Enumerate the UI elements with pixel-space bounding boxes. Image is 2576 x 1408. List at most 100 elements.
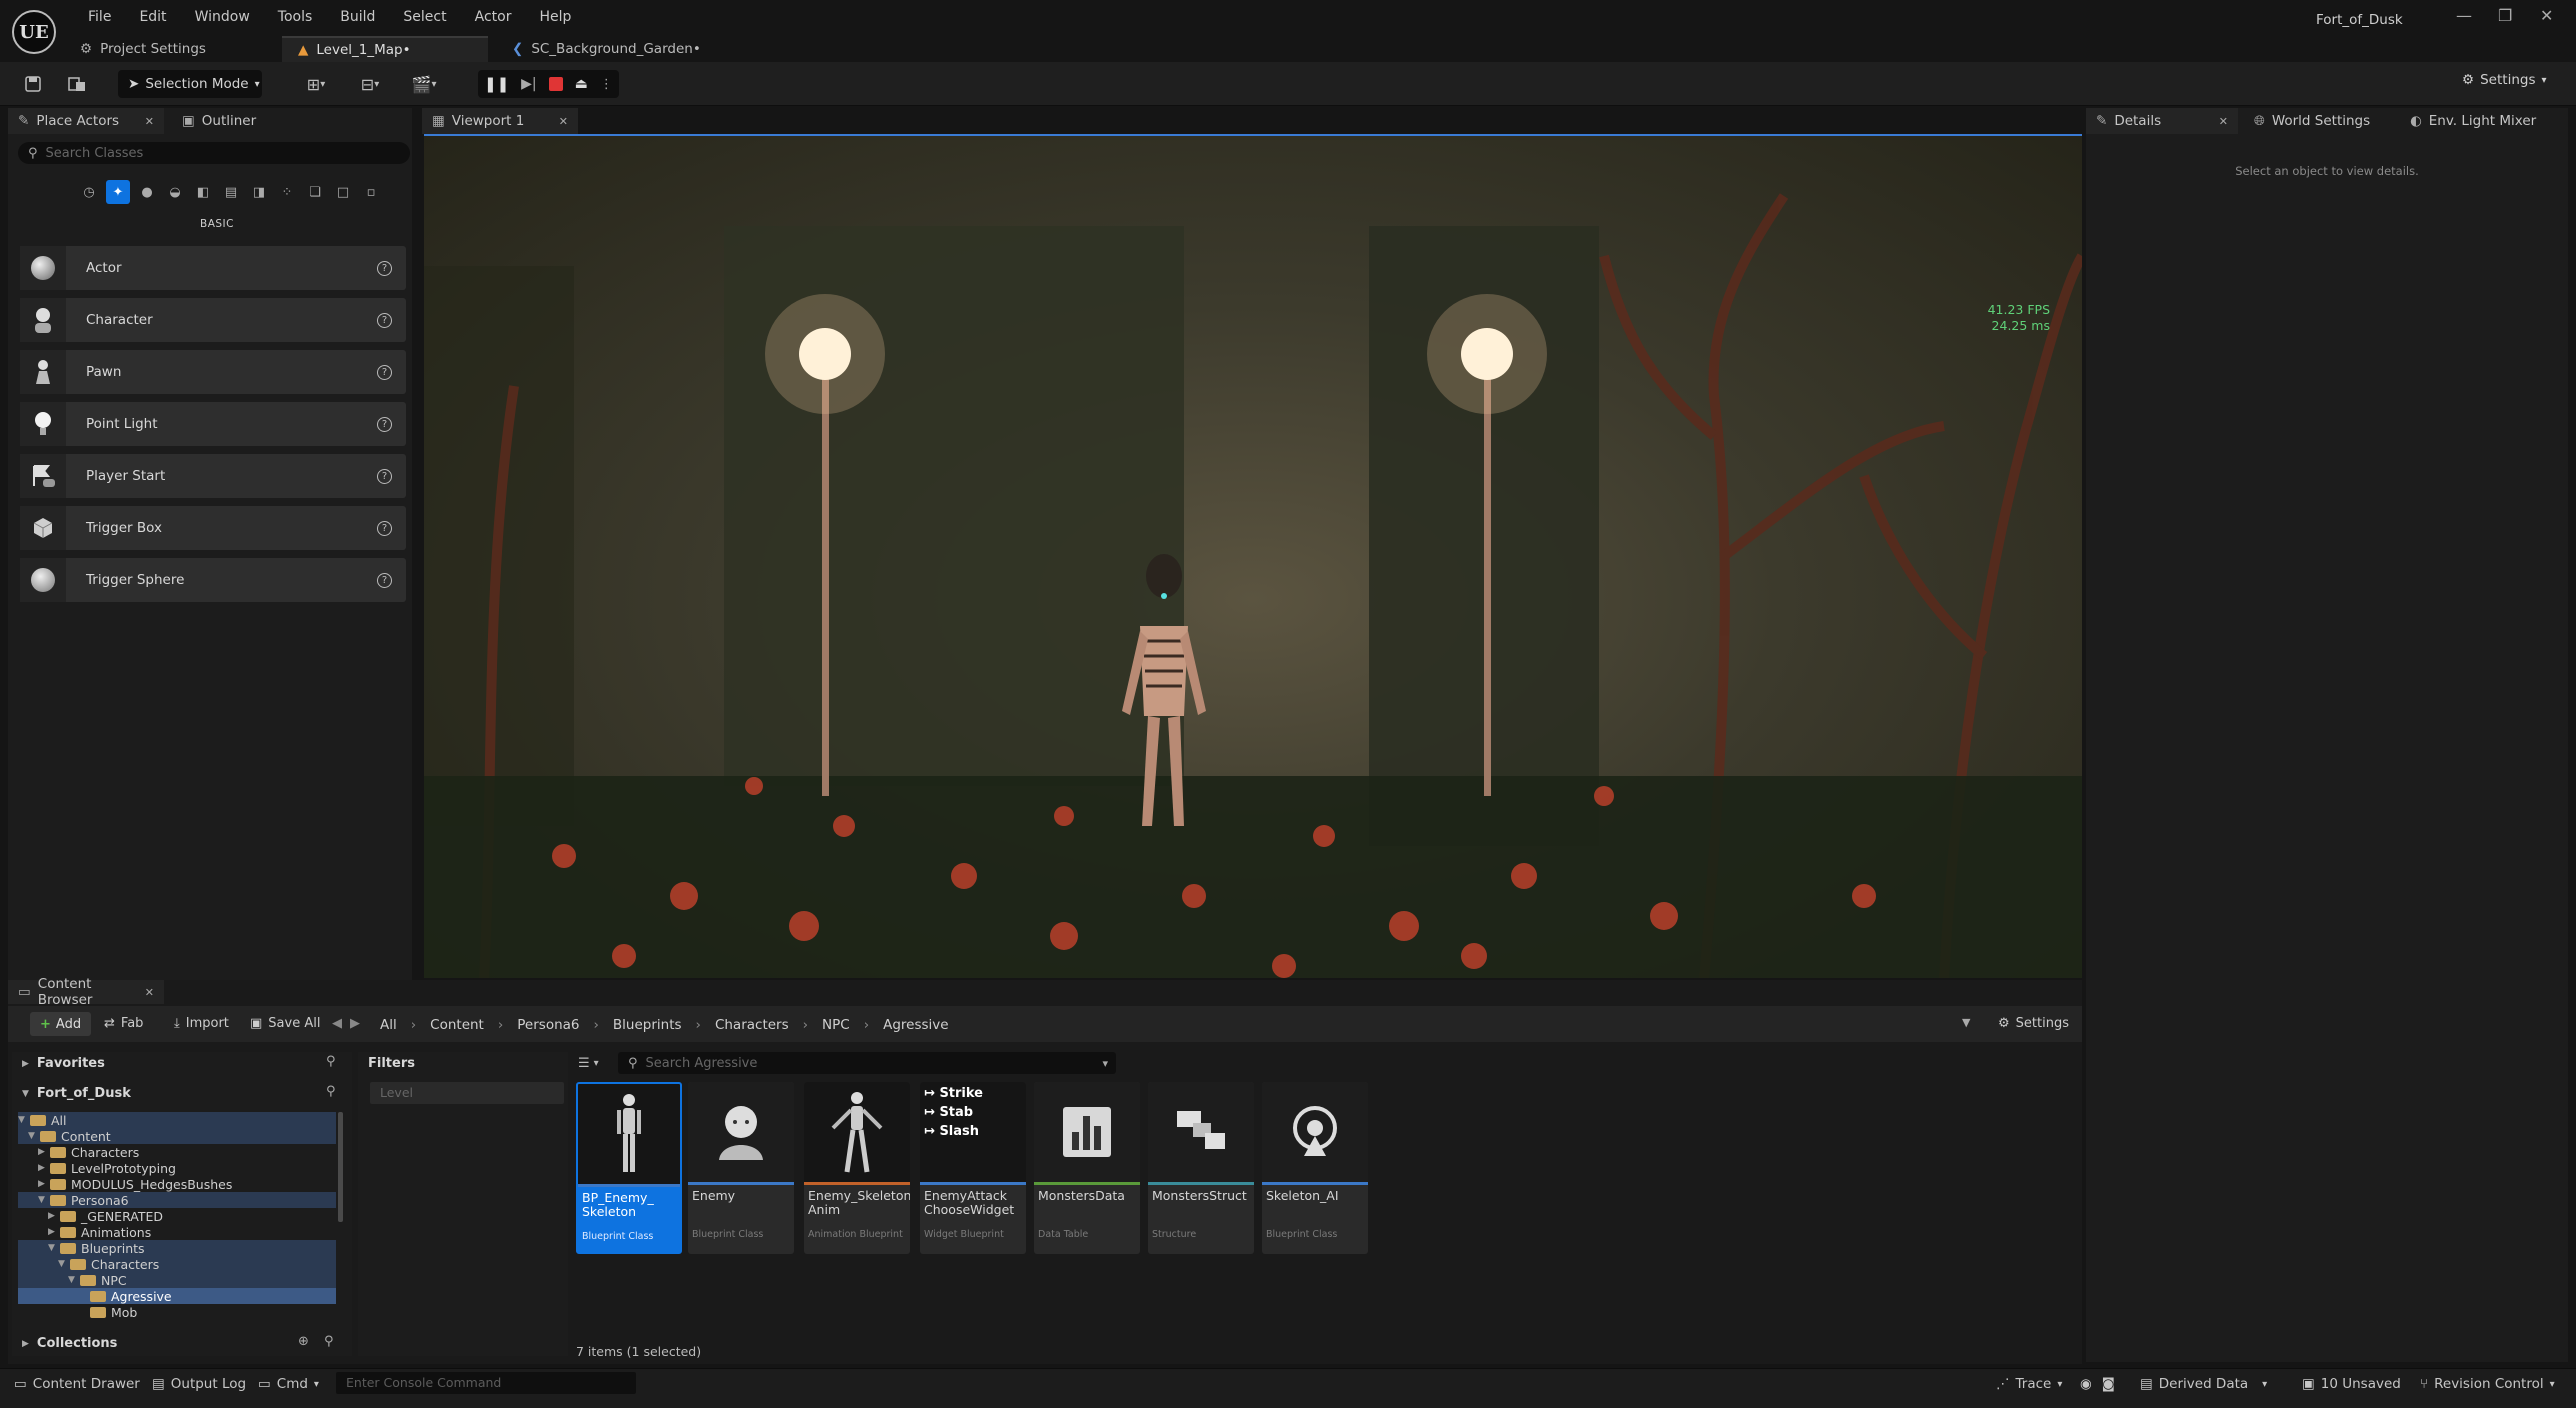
breadcrumb-blueprints[interactable]: Blueprints xyxy=(613,1017,682,1033)
more-icon[interactable]: ▫ xyxy=(360,181,382,203)
filter-level[interactable]: Level xyxy=(370,1082,564,1104)
derived-data-button[interactable]: ▤ Derived Data ▾ xyxy=(2140,1376,2267,1392)
asset-enemy[interactable]: Enemy Blueprint Class xyxy=(688,1082,794,1254)
breadcrumb-dropdown-icon[interactable]: ▼ xyxy=(1962,1016,1970,1029)
shapes-icon[interactable]: ◒ xyxy=(164,181,186,203)
cinematic-icon[interactable]: ▤ xyxy=(220,181,242,203)
close-tab-icon[interactable]: ✕ xyxy=(2219,115,2228,128)
viewport-3d-scene[interactable] xyxy=(424,134,2082,978)
help-icon[interactable]: ? xyxy=(377,364,392,380)
menu-help[interactable]: Help xyxy=(525,9,585,25)
unsaved-button[interactable]: ▣ 10 Unsaved xyxy=(2302,1376,2401,1392)
tree-item-all[interactable]: ▼ All xyxy=(18,1112,336,1128)
tab-place-actors[interactable]: ✎ Place Actors ✕ xyxy=(8,108,164,134)
recent-icon[interactable]: ◷ xyxy=(78,181,100,203)
actor-item-pawn[interactable]: Pawn? xyxy=(20,350,406,394)
menu-select[interactable]: Select xyxy=(389,9,460,25)
menu-actor[interactable]: Actor xyxy=(461,9,526,25)
actor-item-point-light[interactable]: Point Light? xyxy=(20,402,406,446)
search-assets-input[interactable]: ⚲ Search Agressive ▾ xyxy=(618,1052,1116,1074)
tree-item-modulus[interactable]: ▶ MODULUS_HedgesBushes xyxy=(18,1176,336,1192)
camera-icon[interactable]: ◙ xyxy=(2102,1376,2115,1392)
tab-viewport[interactable]: ▦ Viewport 1 ✕ xyxy=(422,108,578,134)
trace-dropdown[interactable]: ⋰ Trace ▾ xyxy=(1996,1376,2062,1392)
close-tab-icon[interactable]: ✕ xyxy=(559,115,568,128)
actor-item-player-start[interactable]: Player Start? xyxy=(20,454,406,498)
save-all-button[interactable]: ▣ Save All xyxy=(250,1016,320,1031)
more-options-icon[interactable]: ⋮ xyxy=(600,77,613,92)
tab-env-light-mixer[interactable]: ◐ Env. Light Mixer xyxy=(2400,108,2546,134)
close-tab-icon[interactable]: ✕ xyxy=(145,115,154,128)
help-icon[interactable]: ? xyxy=(377,416,392,432)
tree-item-levelprototyping[interactable]: ▶ LevelPrototyping xyxy=(18,1160,336,1176)
breadcrumb-all[interactable]: All xyxy=(380,1017,397,1033)
collections-section[interactable]: ▶ Collections xyxy=(22,1336,117,1351)
help-icon[interactable]: ? xyxy=(377,312,392,328)
breadcrumb-characters[interactable]: Characters xyxy=(715,1017,789,1033)
actor-item-character[interactable]: Character? xyxy=(20,298,406,342)
asset-bp-enemy-skeleton[interactable]: BP_Enemy_ Skeleton Blueprint Class xyxy=(576,1082,682,1254)
forward-icon[interactable]: ▶ xyxy=(350,1016,360,1031)
cmd-dropdown[interactable]: ▭ Cmd ▾ xyxy=(258,1376,319,1392)
tree-item-generated[interactable]: ▶ _GENERATED xyxy=(18,1208,336,1224)
help-icon[interactable]: ? xyxy=(377,520,392,536)
tab-content-browser[interactable]: ▭ Content Browser ✕ xyxy=(8,976,164,1008)
search-icon[interactable]: ⚲ xyxy=(326,1054,336,1069)
add-collection-icon[interactable]: ⊕ xyxy=(298,1334,309,1349)
cb-settings-button[interactable]: ⚙ Settings xyxy=(1998,1016,2069,1031)
menu-edit[interactable]: Edit xyxy=(125,9,180,25)
settings-button[interactable]: ⚙ Settings ▾ xyxy=(2462,72,2547,88)
visual-effects-icon[interactable]: ◧ xyxy=(192,181,214,203)
stop-icon[interactable] xyxy=(548,77,563,91)
revision-control-button[interactable]: ⑂ Revision Control ▾ xyxy=(2420,1376,2555,1392)
asset-monstersdata[interactable]: MonstersData Data Table xyxy=(1034,1082,1140,1254)
tree-item-bp-characters[interactable]: ▼ Characters xyxy=(18,1256,336,1272)
project-section[interactable]: ▼ Fort_of_Dusk xyxy=(22,1086,131,1101)
actor-item-trigger-sphere[interactable]: Trigger Sphere? xyxy=(20,558,406,602)
tree-item-content[interactable]: ▼ Content xyxy=(18,1128,336,1144)
help-icon[interactable]: ? xyxy=(377,572,392,588)
restore-icon[interactable]: ❐ xyxy=(2498,6,2512,25)
tree-item-mob[interactable]: Mob xyxy=(18,1304,336,1320)
geometry-icon[interactable]: □ xyxy=(332,181,354,203)
menu-window[interactable]: Window xyxy=(181,9,264,25)
tab-project-settings[interactable]: ⚙ Project Settings xyxy=(64,36,222,62)
add-actor-icon[interactable]: ⊞ ▾ xyxy=(296,70,336,98)
output-log-button[interactable]: ▤ Output Log xyxy=(152,1376,246,1392)
minimize-icon[interactable]: — xyxy=(2456,6,2472,25)
cinematics-icon[interactable]: 🎬 ▾ xyxy=(404,70,444,98)
tree-item-characters[interactable]: ▶ Characters xyxy=(18,1144,336,1160)
content-icon[interactable] xyxy=(64,70,90,98)
asset-monstersstruct[interactable]: MonstersStruct Structure xyxy=(1148,1082,1254,1254)
breadcrumb-agressive[interactable]: Agressive xyxy=(883,1017,948,1033)
asset-enemyattack-choosewidget[interactable]: ↦ Strike ↦ Stab ↦ Slash EnemyAttack Choo… xyxy=(920,1082,1026,1254)
close-tab-icon[interactable]: ✕ xyxy=(145,986,154,999)
asset-enemy-skeleton-anim[interactable]: Enemy_Skeleton_ Anim Animation Blueprint xyxy=(804,1082,910,1254)
selection-mode-dropdown[interactable]: ➤ Selection Mode ▾ xyxy=(118,70,262,98)
import-button[interactable]: ⤓ Import xyxy=(174,1016,229,1031)
volumes-icon[interactable]: ⁘ xyxy=(276,181,298,203)
all-classes-icon[interactable]: ❏ xyxy=(304,181,326,203)
tree-item-npc[interactable]: ▼ NPC xyxy=(18,1272,336,1288)
tab-outliner[interactable]: ▣ Outliner xyxy=(172,108,266,134)
tab-world-settings[interactable]: 🌐︎ World Settings xyxy=(2244,108,2380,134)
close-icon[interactable]: ✕ xyxy=(2540,6,2553,25)
favorites-section[interactable]: ▶ Favorites xyxy=(22,1056,105,1071)
actor-item-actor[interactable]: Actor? xyxy=(20,246,406,290)
menu-build[interactable]: Build xyxy=(326,9,389,25)
tab-level-map[interactable]: ▲ Level_1_Map• xyxy=(282,36,488,62)
search-icon[interactable]: ⚲ xyxy=(324,1334,334,1349)
tab-sc-background-garden[interactable]: ❮ SC_Background_Garden• xyxy=(496,36,717,62)
record-icon[interactable]: ◉ xyxy=(2080,1376,2092,1392)
tree-item-animations[interactable]: ▶ Animations xyxy=(18,1224,336,1240)
save-icon[interactable] xyxy=(20,70,46,98)
fab-button[interactable]: ⇄ Fab xyxy=(104,1016,143,1031)
content-drawer-button[interactable]: ▭ Content Drawer xyxy=(14,1376,140,1392)
search-icon[interactable]: ⚲ xyxy=(326,1084,336,1099)
breadcrumb-persona6[interactable]: Persona6 xyxy=(517,1017,579,1033)
basic-icon[interactable]: ✦ xyxy=(106,180,130,204)
media-icon[interactable]: ◨ xyxy=(248,181,270,203)
console-command-input[interactable]: Enter Console Command xyxy=(336,1372,636,1394)
tree-item-blueprints[interactable]: ▼ Blueprints xyxy=(18,1240,336,1256)
pause-icon[interactable]: ❚❚ xyxy=(484,75,509,93)
